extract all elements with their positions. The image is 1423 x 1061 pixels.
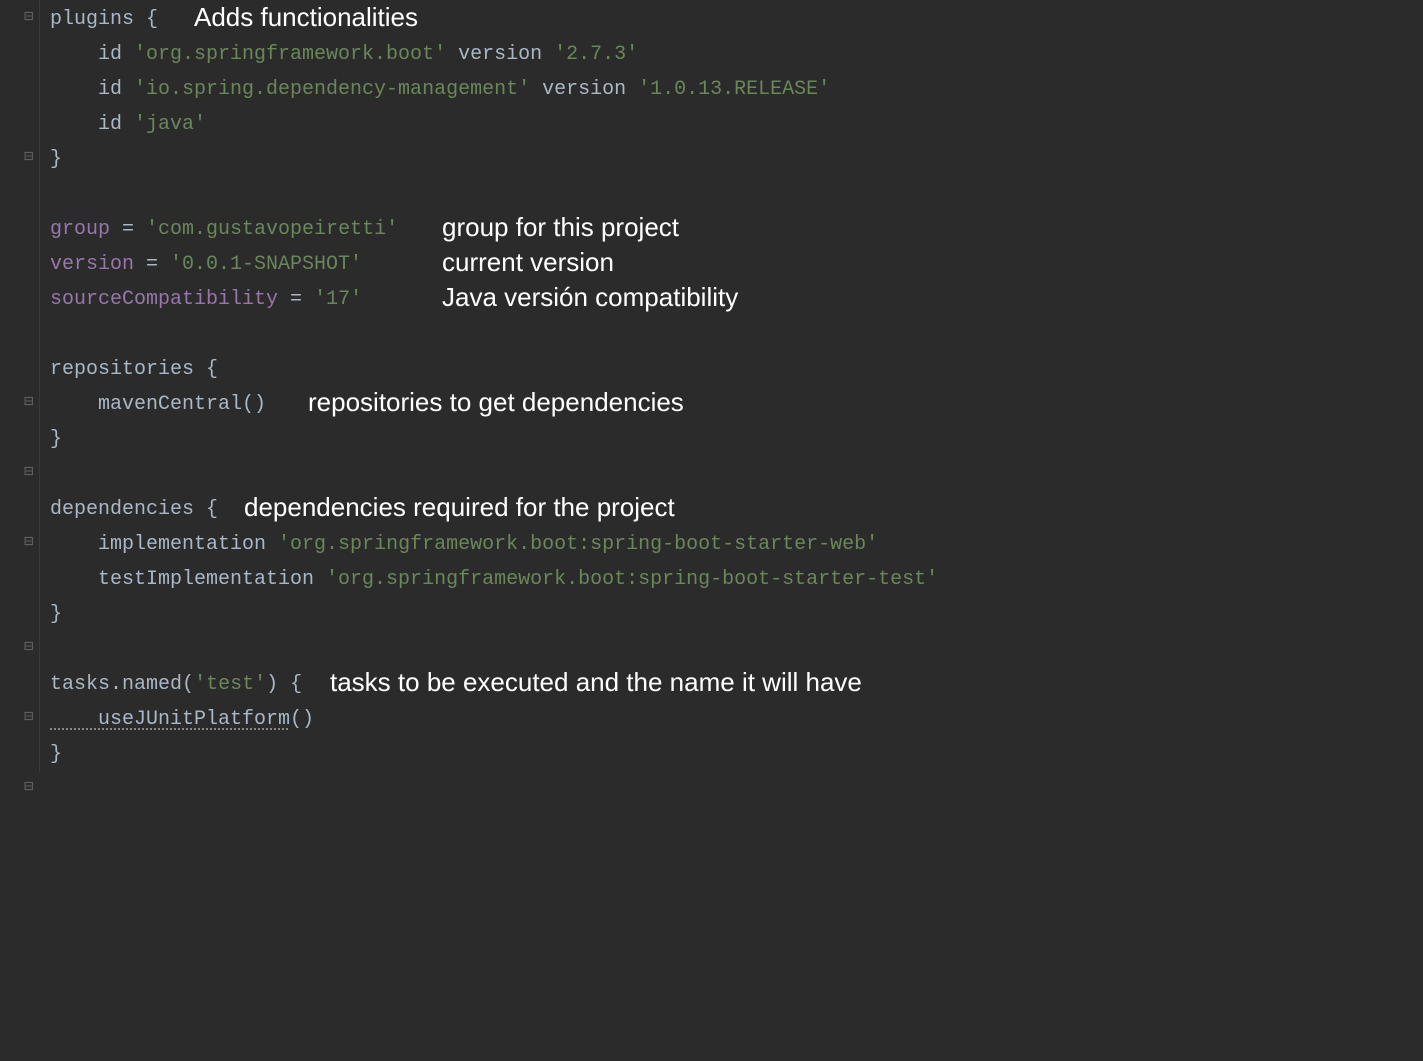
annotation-text: tasks to be executed and the name it wil… — [330, 665, 862, 700]
token-operator: = — [146, 253, 170, 276]
token-string: 'io.spring.dependency-management' — [134, 78, 542, 101]
token-brace: } — [50, 428, 62, 451]
code-line[interactable]: implementation 'org.springframework.boot… — [50, 527, 1423, 562]
token-brace: } — [50, 743, 62, 766]
token-id: id — [50, 78, 134, 101]
token-string: 'test' — [194, 673, 266, 696]
token-paren: () — [290, 708, 314, 731]
fold-open-icon[interactable]: ⊟ — [24, 528, 34, 556]
fold-close-icon[interactable]: ⊟ — [24, 458, 34, 486]
token-brace: } — [50, 603, 62, 626]
token-paren: ( — [182, 673, 194, 696]
annotation-text: repositories to get dependencies — [308, 385, 684, 420]
code-line[interactable]: version = '0.0.1-SNAPSHOT' current versi… — [50, 247, 1423, 282]
token-string: 'org.springframework.boot' — [134, 43, 458, 66]
token-id: tasks — [50, 673, 110, 696]
annotation-text: dependencies required for the project — [244, 490, 675, 525]
token-method: useJUnitPlatform — [50, 708, 290, 731]
token-id: id — [50, 113, 134, 136]
code-line[interactable]: } — [50, 142, 1423, 177]
annotation-text: current version — [442, 245, 614, 280]
fold-open-icon[interactable]: ⊟ — [24, 388, 34, 416]
token-keyword: plugins — [50, 8, 134, 31]
token-string: '1.0.13.RELEASE' — [638, 78, 830, 101]
token-brace: { — [194, 358, 218, 381]
token-method: named — [122, 673, 182, 696]
token-string: '17' — [314, 288, 362, 311]
token-string: 'org.springframework.boot:spring-boot-st… — [278, 533, 878, 556]
code-line[interactable] — [50, 457, 1423, 492]
annotation-text: group for this project — [442, 210, 679, 245]
token-string: '2.7.3' — [554, 43, 638, 66]
token-variable: sourceCompatibility — [50, 288, 290, 311]
token-punct: . — [110, 673, 122, 696]
code-line[interactable]: mavenCentral() repositories to get depen… — [50, 387, 1423, 422]
token-id: version — [458, 43, 554, 66]
token-id: mavenCentral() — [50, 393, 266, 416]
annotation-text: Adds functionalities — [194, 0, 418, 35]
token-id: testImplementation — [50, 568, 326, 591]
gutter: ⊟ ⊟ ⊟ ⊟ ⊟ ⊟ ⊟ ⊟ — [0, 0, 40, 772]
token-keyword: repositories — [50, 358, 194, 381]
token-keyword: dependencies — [50, 498, 194, 521]
code-line[interactable]: id 'io.spring.dependency-management' ver… — [50, 72, 1423, 107]
token-id: version — [542, 78, 638, 101]
code-line[interactable]: dependencies { dependencies required for… — [50, 492, 1423, 527]
token-string: 'org.springframework.boot:spring-boot-st… — [326, 568, 938, 591]
token-brace: } — [50, 148, 62, 171]
code-line[interactable]: group = 'com.gustavopeiretti' group for … — [50, 212, 1423, 247]
code-line[interactable]: id 'java' — [50, 107, 1423, 142]
token-string: 'java' — [134, 113, 206, 136]
code-line[interactable]: tasks.named('test') { tasks to be execut… — [50, 667, 1423, 702]
token-brace: { — [194, 498, 218, 521]
token-string: 'com.gustavopeiretti' — [146, 218, 398, 241]
code-line[interactable] — [50, 317, 1423, 352]
code-line[interactable]: testImplementation 'org.springframework.… — [50, 562, 1423, 597]
code-line[interactable] — [50, 632, 1423, 667]
code-line[interactable]: useJUnitPlatform() — [50, 702, 1423, 737]
token-variable: group — [50, 218, 122, 241]
fold-close-icon[interactable]: ⊟ — [24, 773, 34, 801]
code-area[interactable]: plugins { Adds functionalities id 'org.s… — [40, 2, 1423, 772]
fold-close-icon[interactable]: ⊟ — [24, 633, 34, 661]
token-operator: = — [290, 288, 314, 311]
token-variable: version — [50, 253, 146, 276]
token-id: id — [50, 43, 134, 66]
annotation-text: Java versión compatibility — [442, 280, 738, 315]
token-string: '0.0.1-SNAPSHOT' — [170, 253, 362, 276]
token-paren: ) — [266, 673, 290, 696]
code-line[interactable]: } — [50, 422, 1423, 457]
code-line[interactable] — [50, 177, 1423, 212]
code-line[interactable]: sourceCompatibility = '17' Java versión … — [50, 282, 1423, 317]
code-editor[interactable]: ⊟ ⊟ ⊟ ⊟ ⊟ ⊟ ⊟ ⊟ plugins { Adds functiona… — [0, 0, 1423, 772]
fold-open-icon[interactable]: ⊟ — [24, 3, 34, 31]
fold-open-icon[interactable]: ⊟ — [24, 703, 34, 731]
token-brace: { — [290, 673, 302, 696]
code-line[interactable]: repositories { — [50, 352, 1423, 387]
token-brace: { — [134, 8, 158, 31]
token-operator: = — [122, 218, 146, 241]
token-id: implementation — [50, 533, 278, 556]
code-line[interactable]: } — [50, 737, 1423, 772]
code-line[interactable]: } — [50, 597, 1423, 632]
code-line[interactable]: plugins { Adds functionalities — [50, 2, 1423, 37]
code-line[interactable]: id 'org.springframework.boot' version '2… — [50, 37, 1423, 72]
fold-close-icon[interactable]: ⊟ — [24, 143, 34, 171]
